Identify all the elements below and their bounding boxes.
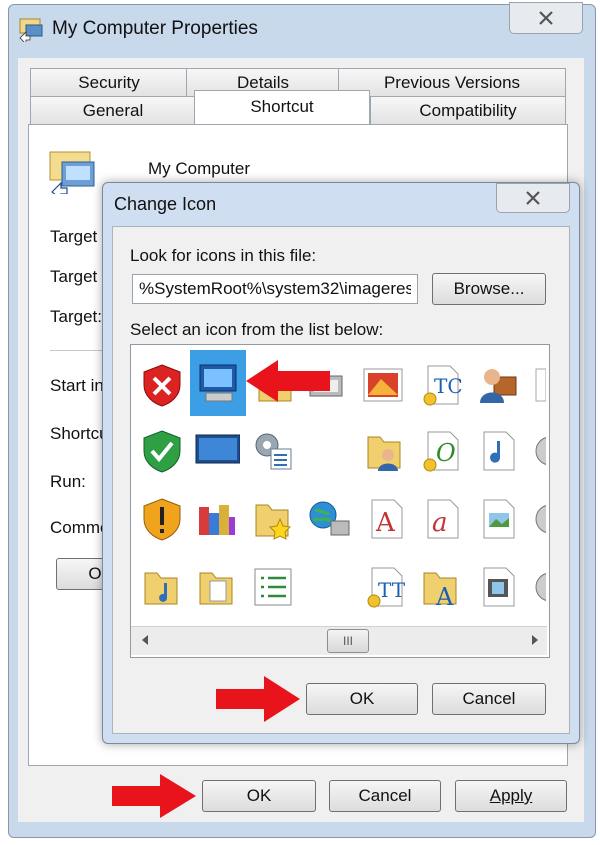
divider xyxy=(50,350,110,351)
image-file-icon[interactable] xyxy=(360,362,406,408)
scroll-left-icon[interactable] xyxy=(138,632,152,648)
dialog-ok-button[interactable]: OK xyxy=(306,683,418,715)
close-icon xyxy=(539,11,553,25)
target-type-label: Target xyxy=(50,227,98,246)
ok-button[interactable]: OK xyxy=(202,780,316,812)
run-label: Run: xyxy=(50,472,86,491)
annotation-arrow-icon xyxy=(112,774,196,818)
music-folder-icon[interactable] xyxy=(139,564,185,610)
dialog-cancel-button[interactable]: Cancel xyxy=(432,683,546,715)
svg-text:A: A xyxy=(435,583,454,609)
shield-check-icon[interactable] xyxy=(139,428,185,474)
shortcut-name: My Computer xyxy=(148,159,251,178)
svg-text:O: O xyxy=(436,439,456,467)
fonts-folder-icon[interactable]: A xyxy=(418,564,464,610)
audio-file-icon[interactable] xyxy=(474,428,520,474)
font-a-italic-icon[interactable]: a xyxy=(418,496,464,542)
favorites-folder-icon[interactable] xyxy=(250,496,296,542)
computer-icon[interactable] xyxy=(190,350,246,416)
svg-text:TT: TT xyxy=(378,578,406,602)
shield-warning-icon[interactable] xyxy=(139,496,185,542)
user-folder-icon[interactable] xyxy=(362,428,408,474)
computer-shortcut-icon xyxy=(18,16,44,45)
font-a-icon[interactable]: A xyxy=(362,496,408,542)
cancel-button[interactable]: Cancel xyxy=(329,780,441,812)
opentype-font-icon[interactable]: O xyxy=(418,428,464,474)
svg-text:A: A xyxy=(375,508,396,538)
target-label: Target: xyxy=(50,307,102,326)
select-icon-label: Select an icon from the list below: xyxy=(130,320,384,339)
apply-button[interactable]: Apply xyxy=(455,780,567,812)
shield-error-icon[interactable] xyxy=(139,362,185,408)
tab-compatibility[interactable]: Compatibility xyxy=(370,96,566,125)
icon-file-path-input[interactable] xyxy=(132,274,418,304)
partial-disc-icon-3[interactable] xyxy=(530,564,546,610)
network-globe-icon[interactable] xyxy=(306,496,352,542)
documents-folder-icon[interactable] xyxy=(194,564,240,610)
close-button[interactable] xyxy=(509,2,583,34)
dialog-title: Change Icon xyxy=(114,194,217,214)
my-computer-icon xyxy=(48,148,98,201)
truetype-font-icon-2[interactable]: TT xyxy=(362,564,408,610)
svg-text:TC: TC xyxy=(434,374,462,398)
programs-icon[interactable] xyxy=(194,496,240,542)
start-in-label: Start in xyxy=(50,376,104,395)
monitor-icon[interactable] xyxy=(194,428,240,474)
partial-disc-icon[interactable] xyxy=(530,428,546,474)
tab-security[interactable]: Security xyxy=(30,68,188,97)
tab-shortcut[interactable]: Shortcut xyxy=(194,90,370,124)
annotation-arrow-icon xyxy=(216,676,300,722)
annotation-arrow-icon xyxy=(246,360,330,402)
look-for-icons-label: Look for icons in this file: xyxy=(130,246,317,265)
window-title: My Computer Properties xyxy=(52,18,258,39)
truetype-font-icon[interactable]: TC xyxy=(418,362,464,408)
partial-icon[interactable] xyxy=(530,362,546,408)
settings-checklist-icon[interactable] xyxy=(250,428,296,474)
comment-label: Comme xyxy=(50,518,110,537)
scroll-right-icon[interactable] xyxy=(528,632,542,648)
dialog-close-button[interactable] xyxy=(496,183,570,213)
target-location-label: Target xyxy=(50,267,98,286)
partial-disc-icon-2[interactable] xyxy=(530,496,546,542)
browse-button[interactable]: Browse... xyxy=(432,273,546,305)
shortcut-key-label: Shortcu xyxy=(50,424,109,443)
svg-text:a: a xyxy=(432,508,448,538)
picture-file-icon[interactable] xyxy=(474,496,520,542)
scroll-thumb[interactable]: III xyxy=(327,629,369,653)
tab-previous-versions[interactable]: Previous Versions xyxy=(338,68,566,97)
video-file-icon[interactable] xyxy=(474,564,520,610)
tab-general[interactable]: General xyxy=(30,96,196,125)
user-briefcase-icon[interactable] xyxy=(474,362,520,408)
close-icon xyxy=(526,191,540,205)
list-icon[interactable] xyxy=(250,564,296,610)
